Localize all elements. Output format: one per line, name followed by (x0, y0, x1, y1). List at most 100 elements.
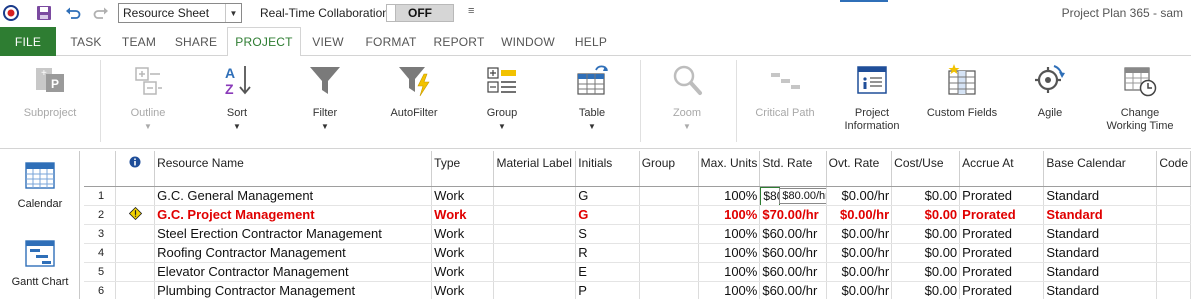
cell-max-units[interactable]: 100% (698, 205, 761, 225)
cell-code[interactable] (1156, 243, 1191, 263)
cell-code[interactable] (1156, 262, 1191, 282)
header-group[interactable]: Group (639, 151, 699, 187)
cell-type[interactable]: Work (431, 262, 495, 282)
cell-ovt-rate[interactable]: $0.00/hr (826, 243, 893, 263)
table-row[interactable]: 1 G.C. General Management Work G 100% $8… (84, 186, 1191, 206)
header-accrue-at[interactable]: Accrue At (959, 151, 1045, 187)
indicator-cell[interactable] (115, 224, 156, 244)
cell-accrue-at[interactable]: Prorated (959, 205, 1045, 225)
cell-type[interactable]: Work (431, 243, 495, 263)
header-max-units[interactable]: Max. Units (698, 151, 761, 187)
cell-accrue-at[interactable]: Prorated (959, 262, 1045, 282)
cell-type[interactable]: Work (431, 186, 495, 206)
cell-material-label[interactable] (493, 262, 577, 282)
table-row[interactable]: 3 Steel Erection Contractor Management W… (84, 224, 1191, 244)
cell-initials[interactable]: G (575, 205, 640, 225)
cell-max-units[interactable]: 100% (698, 224, 761, 244)
cell-base-calendar[interactable]: Standard (1043, 243, 1158, 263)
cell-base-calendar[interactable]: Standard (1043, 186, 1158, 206)
cell-material-label[interactable] (493, 224, 577, 244)
tab-help[interactable]: HELP (566, 27, 616, 56)
cell-code[interactable] (1156, 224, 1191, 244)
cell-std-rate[interactable]: $60.00/hr (759, 262, 827, 282)
table-row[interactable]: 5 Elevator Contractor Management Work E … (84, 262, 1191, 282)
cell-base-calendar[interactable]: Standard (1043, 262, 1158, 282)
tab-share[interactable]: SHARE (166, 27, 226, 56)
header-material-label[interactable]: Material Label (493, 151, 577, 187)
cell-resource-name[interactable]: Steel Erection Contractor Management (154, 224, 433, 244)
filter-button[interactable]: Filter ▼ (293, 60, 357, 131)
autofilter-button[interactable]: AutoFilter (382, 60, 446, 120)
header-ovt-rate[interactable]: Ovt. Rate (826, 151, 893, 187)
table-row[interactable]: 4 Roofing Contractor Management Work R 1… (84, 243, 1191, 263)
header-code[interactable]: Code (1156, 151, 1191, 187)
cell-initials[interactable]: E (575, 262, 640, 282)
cell-accrue-at[interactable]: Prorated (959, 243, 1045, 263)
row-id[interactable]: 5 (84, 262, 117, 282)
tab-file[interactable]: FILE (0, 27, 56, 56)
cell-cost-use[interactable]: $0.00 (891, 262, 961, 282)
cell-std-rate[interactable]: $60.00/hr (759, 243, 827, 263)
subproject-button[interactable]: P + Subproject (18, 60, 82, 120)
cell-resource-name[interactable]: Elevator Contractor Management (154, 262, 433, 282)
cell-std-rate[interactable]: $70.00/hr (759, 205, 827, 225)
cell-std-rate[interactable]: $60.00/hr (759, 281, 827, 299)
cell-resource-name[interactable]: Plumbing Contractor Management (154, 281, 433, 299)
cell-max-units[interactable]: 100% (698, 281, 761, 299)
cell-code[interactable] (1156, 281, 1191, 299)
header-cost-use[interactable]: Cost/Use (891, 151, 961, 187)
indicator-cell[interactable] (115, 205, 156, 225)
cell-base-calendar[interactable]: Standard (1043, 281, 1158, 299)
chevron-down-icon[interactable]: ▼ (225, 4, 241, 22)
header-initials[interactable]: Initials (575, 151, 640, 187)
cell-initials[interactable]: P (575, 281, 640, 299)
save-icon[interactable] (35, 4, 53, 22)
cell-code[interactable] (1156, 205, 1191, 225)
header-std-rate[interactable]: Std. Rate (759, 151, 827, 187)
tab-window[interactable]: WINDOW (494, 27, 562, 56)
header-resource-name[interactable]: Resource Name (154, 151, 433, 187)
group-button[interactable]: Group ▼ (470, 60, 534, 131)
cell-ovt-rate[interactable]: $0.00/hr (826, 186, 893, 206)
tab-format[interactable]: FORMAT (356, 27, 426, 56)
cell-cost-use[interactable]: $0.00 (891, 243, 961, 263)
cell-initials[interactable]: R (575, 243, 640, 263)
cell-material-label[interactable] (493, 205, 577, 225)
cell-material-label[interactable] (493, 186, 577, 206)
cell-std-rate-editing[interactable]: $80 $80.00/hr (759, 186, 827, 206)
cell-group[interactable] (639, 281, 699, 299)
cell-resource-name[interactable]: G.C. Project Management (154, 205, 433, 225)
cell-ovt-rate[interactable]: $0.00/hr (826, 224, 893, 244)
cell-cost-use[interactable]: $0.00 (891, 281, 961, 299)
cell-max-units[interactable]: 100% (698, 186, 761, 206)
view-bar-gantt[interactable]: Gantt Chart (0, 239, 80, 288)
header-select-all[interactable] (84, 151, 117, 187)
row-id[interactable]: 6 (84, 281, 117, 299)
collaboration-toggle[interactable]: OFF (386, 4, 454, 22)
cell-type[interactable]: Work (431, 281, 495, 299)
cell-cost-use[interactable]: $0.00 (891, 205, 961, 225)
tab-team[interactable]: TEAM (113, 27, 165, 56)
cell-initials[interactable]: S (575, 224, 640, 244)
table-row[interactable]: 2 G.C. Project Management Work G 100% $7… (84, 205, 1191, 225)
tab-task[interactable]: TASK (58, 27, 114, 56)
project-information-button[interactable]: Project Information (836, 60, 908, 133)
cell-ovt-rate[interactable]: $0.00/hr (826, 262, 893, 282)
agile-button[interactable]: Agile (1018, 60, 1082, 120)
row-id[interactable]: 4 (84, 243, 117, 263)
indicator-cell[interactable] (115, 243, 156, 263)
custom-fields-button[interactable]: Custom Fields (922, 60, 1002, 120)
sort-button[interactable]: AZ Sort ▼ (205, 60, 269, 131)
cell-group[interactable] (639, 262, 699, 282)
table-button[interactable]: Table ▼ (560, 60, 624, 131)
cell-std-rate[interactable]: $60.00/hr (759, 224, 827, 244)
row-id[interactable]: 1 (84, 186, 117, 206)
cell-initials[interactable]: G (575, 186, 640, 206)
cell-ovt-rate[interactable]: $0.00/hr (826, 281, 893, 299)
cell-resource-name[interactable]: Roofing Contractor Management (154, 243, 433, 263)
row-id[interactable]: 3 (84, 224, 117, 244)
cell-resource-name[interactable]: G.C. General Management (154, 186, 433, 206)
table-row[interactable]: 6 Plumbing Contractor Management Work P … (84, 281, 1191, 299)
tab-report[interactable]: REPORT (426, 27, 492, 56)
cell-material-label[interactable] (493, 243, 577, 263)
